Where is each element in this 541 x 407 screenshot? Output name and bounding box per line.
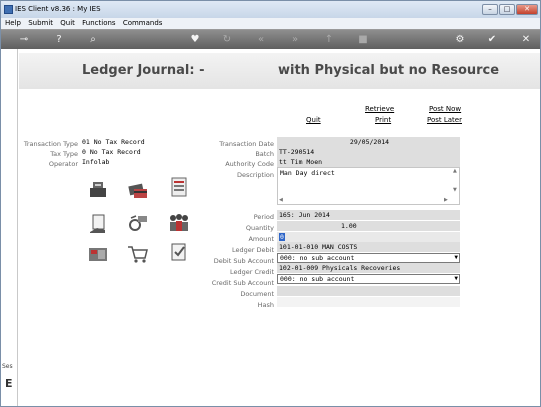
hash-label: Hash [257,301,274,309]
description-label: Description [236,171,274,179]
page-title: Ledger Journal: - [82,63,205,78]
check-icon[interactable]: ✔ [484,32,500,48]
title-bar: IES Client v8.36 : My IES – □ ✕ [1,1,540,18]
period-field[interactable]: 165: Jun 2014 [277,210,460,220]
amount-field[interactable]: 0 [277,232,460,242]
forward-icon[interactable]: » [287,32,303,48]
credit-sub-account-value: 000: no sub account [280,275,355,283]
minimize-button[interactable]: – [482,4,498,15]
document-field[interactable] [277,286,460,296]
quit-link[interactable]: Quit [306,116,321,124]
amount-label: Amount [248,235,274,243]
settings-icon[interactable]: ⚙ [452,32,468,48]
credit-sub-account-select[interactable]: 000: no sub account ▼ [277,274,460,284]
description-text: Man Day direct [280,169,335,177]
menu-submit[interactable]: Submit [28,19,53,27]
app-icon [4,5,13,14]
scroll-down-icon[interactable]: ▼ [453,187,457,193]
credit-sub-account-label: Credit Sub Account [211,279,274,287]
close-button[interactable]: ✕ [516,4,538,15]
tax-type-label: Tax Type [50,150,78,158]
chevron-down-icon[interactable]: ▼ [454,254,458,262]
print-link[interactable]: Print [375,116,391,124]
menu-help[interactable]: Help [5,19,21,27]
post-later-link[interactable]: Post Later [427,116,462,124]
upload-icon[interactable]: ↑ [321,32,337,48]
heart-icon[interactable]: ♥ [187,32,203,48]
receipt-hand-icon[interactable] [87,214,109,234]
cancel-icon[interactable]: ✕ [518,32,534,48]
authority-code-field[interactable]: tt Tim Moen [277,157,460,167]
authority-code-label: Authority Code [225,160,274,168]
batch-label: Batch [255,150,274,158]
rewind-icon[interactable]: « [253,32,269,48]
maximize-button[interactable]: □ [499,4,515,15]
scroll-right-icon[interactable]: ▶ [444,197,448,203]
refresh-icon[interactable]: ↻ [219,32,235,48]
shopping-cart-icon[interactable] [127,244,149,264]
window-title: IES Client v8.36 : My IES [15,5,101,13]
money-exchange-icon[interactable] [127,213,149,233]
post-now-link[interactable]: Post Now [429,105,461,113]
document-label: Document [240,290,274,298]
period-label: Period [253,213,274,221]
retrieve-link[interactable]: Retrieve [365,105,394,113]
side-panel: Ses E [1,49,18,406]
cash-register-icon[interactable] [87,179,109,199]
debit-sub-account-select[interactable]: 000: no sub account ▼ [277,253,460,263]
tax-type-value: 0 No Tax Record [82,148,141,156]
people-group-icon[interactable] [168,212,190,232]
operator-value: Infolab [82,158,110,166]
quantity-label: Quantity [245,224,274,232]
search-icon[interactable]: ⌕ [85,32,101,48]
batch-field[interactable]: TT-290514 [277,147,460,157]
side-panel-label: Ses [2,363,13,370]
transaction-type-label: Transaction Type [23,140,78,148]
transaction-date-field[interactable]: 29/05/2014 [277,137,460,147]
menu-bar: Help Submit Quit Functions Commands [1,18,540,29]
stop-icon[interactable]: ■ [355,32,371,48]
amount-value: 0 [279,233,285,241]
debit-sub-account-value: 000: no sub account [280,254,355,262]
scroll-up-icon[interactable]: ▲ [453,168,457,174]
description-textarea[interactable]: Man Day direct [277,167,460,205]
page-subtitle: with Physical but no Resource [278,63,500,78]
transaction-date-label: Transaction Date [219,140,274,148]
key-icon[interactable]: ⊸ [13,32,35,48]
side-panel-glyph: E [5,377,13,390]
scroll-left-icon[interactable]: ◀ [279,197,283,203]
toolbar: ⊸ ? ⌕ ♥ ↻ « » ↑ ■ ⚙ ✔ ✕ [1,29,540,49]
help-icon[interactable]: ? [51,32,67,48]
document-chart-icon[interactable] [168,177,190,197]
menu-commands[interactable]: Commands [123,19,163,27]
debit-sub-account-label: Debit Sub Account [213,257,274,265]
ledger-credit-field[interactable]: 102-01-009 Physicals Recoveries [277,263,460,273]
ledger-debit-field[interactable]: 101-01-010 MAN COSTS [277,242,460,252]
transaction-type-value: 01 No Tax Record [82,138,145,146]
operator-label: Operator [48,160,78,168]
checklist-icon[interactable] [168,242,190,262]
hash-field [277,297,460,307]
payment-cards-icon[interactable] [127,181,149,201]
menu-functions[interactable]: Functions [82,19,115,27]
ledger-card-icon[interactable] [87,244,109,264]
quantity-field[interactable]: 1.00 [277,221,460,231]
chevron-down-icon[interactable]: ▼ [454,275,458,283]
ledger-debit-label: Ledger Debit [232,246,274,254]
ledger-credit-label: Ledger Credit [229,268,274,276]
app-window: IES Client v8.36 : My IES – □ ✕ Help Sub… [0,0,541,407]
menu-quit[interactable]: Quit [60,19,75,27]
